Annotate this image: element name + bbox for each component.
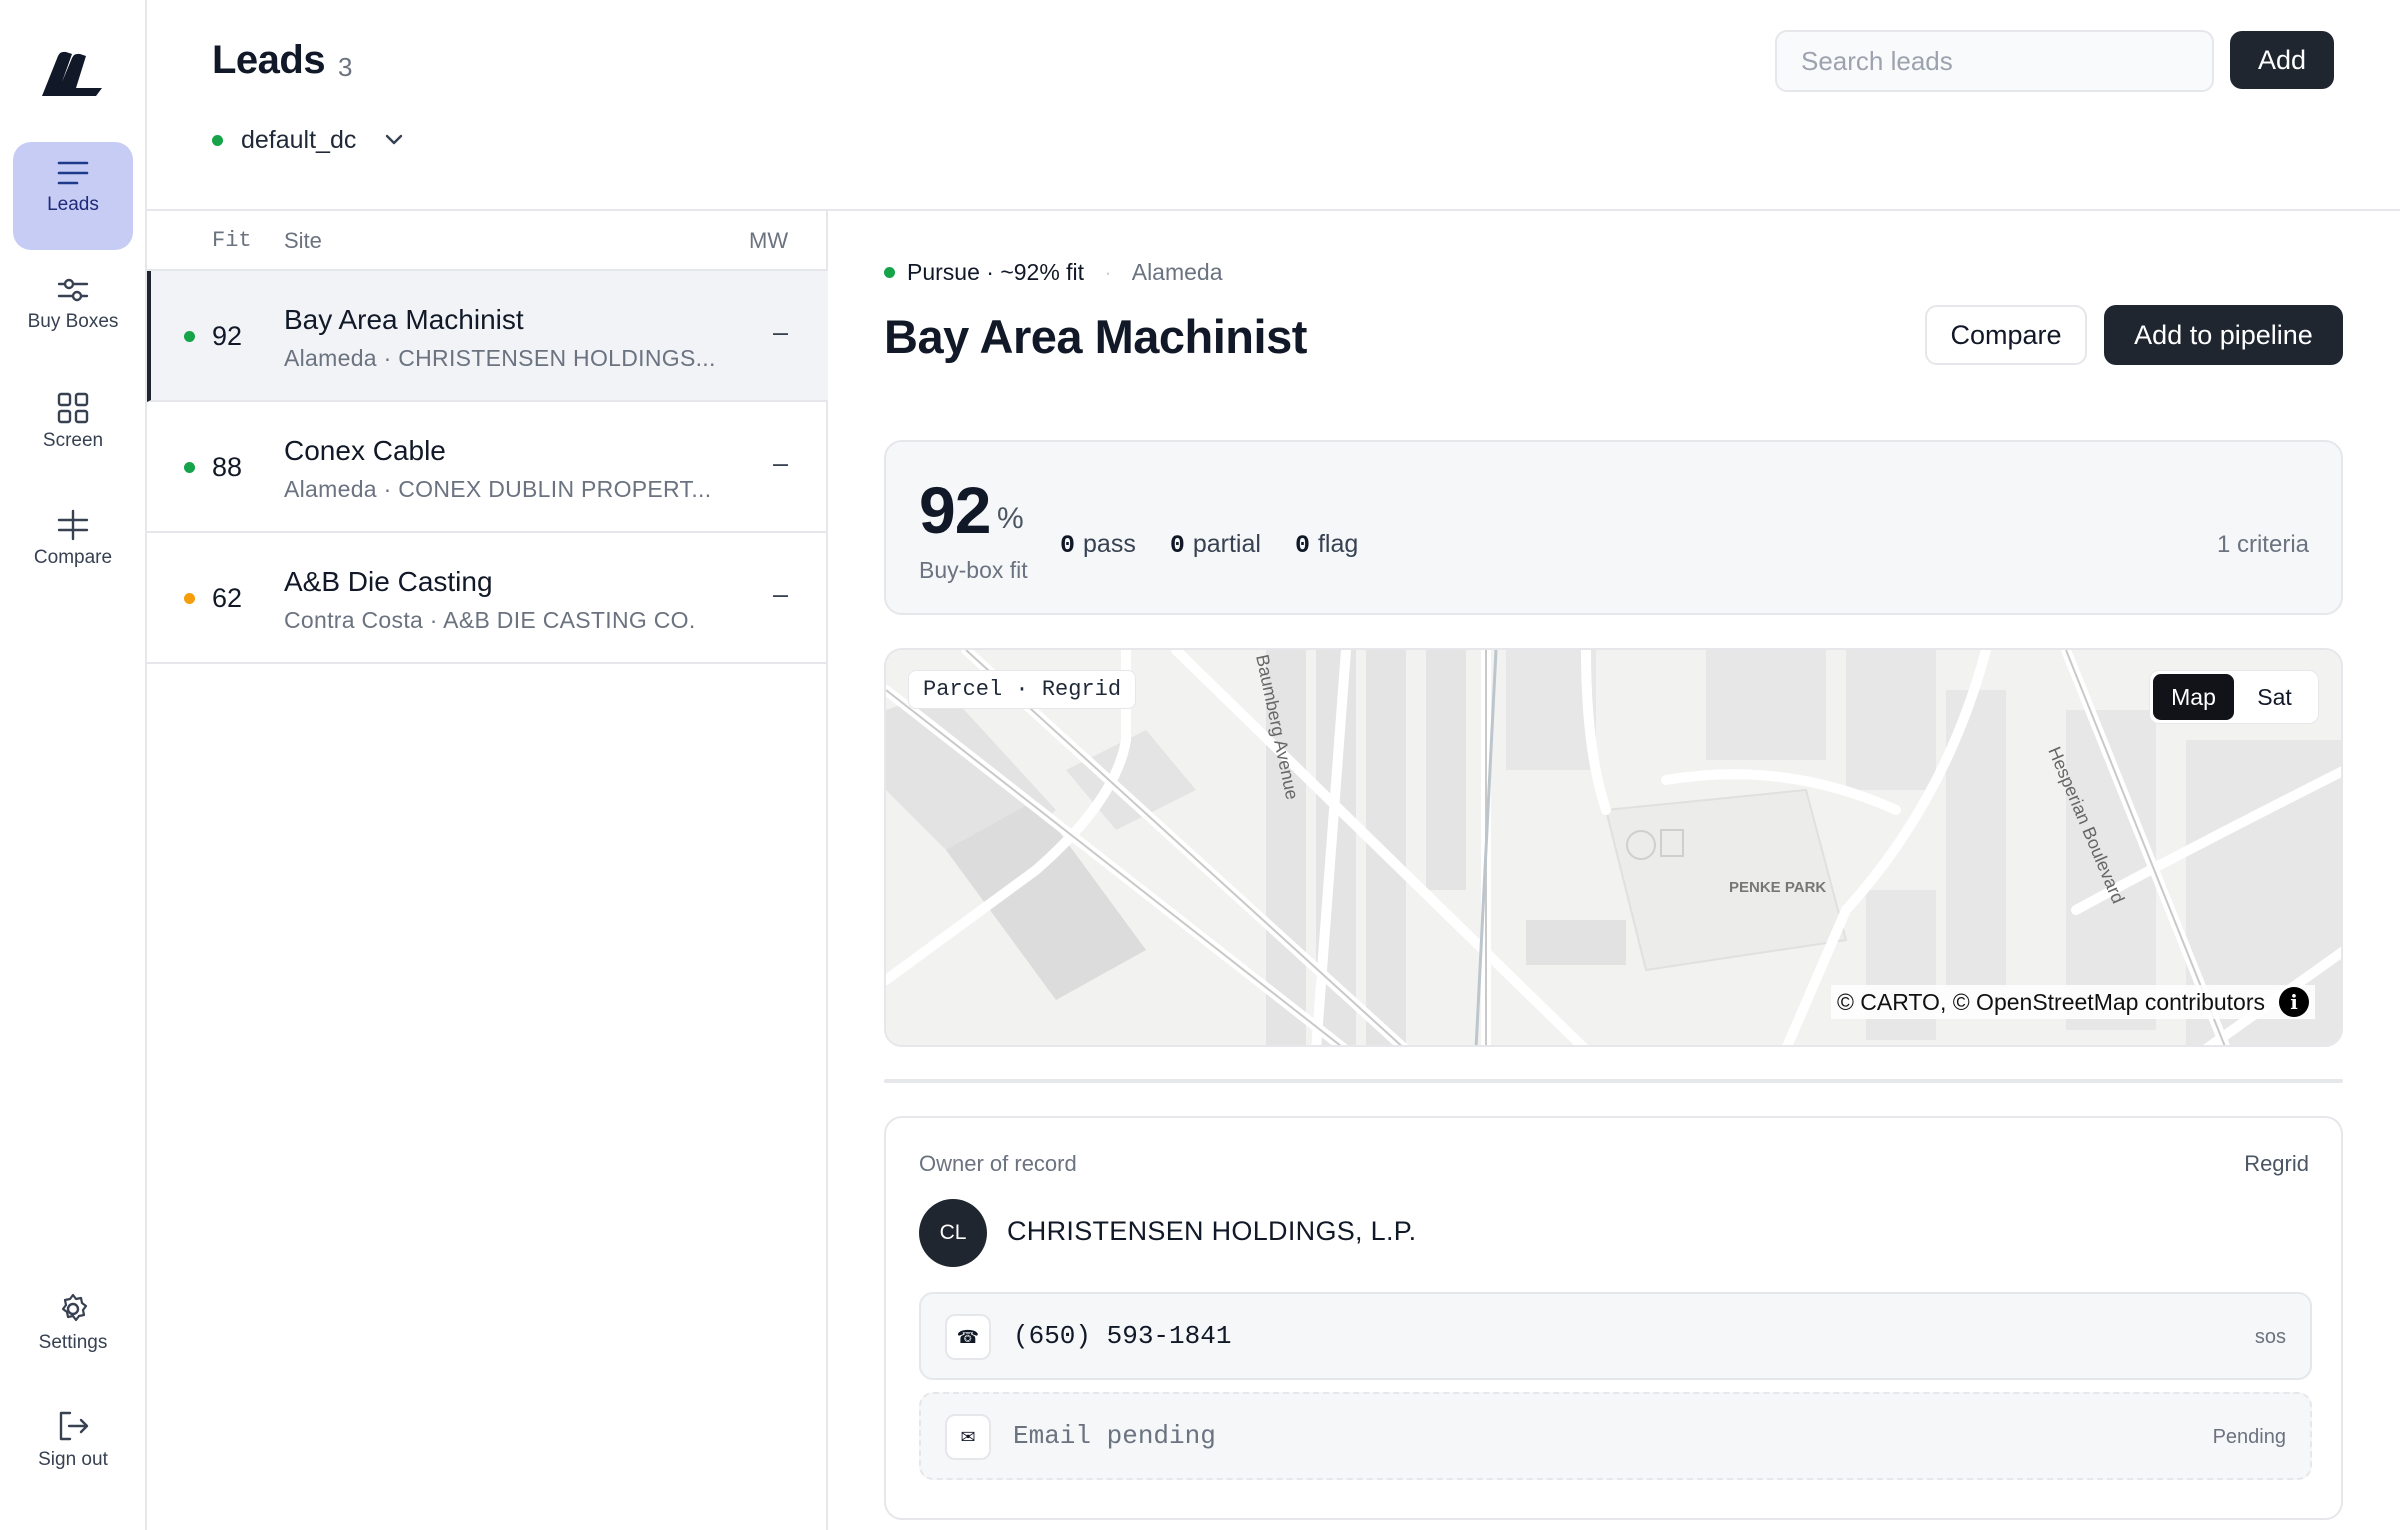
nav-compare[interactable]: Compare (13, 493, 133, 601)
menu-lines-icon (57, 161, 89, 185)
partial-count: 0 partial (1169, 530, 1261, 560)
status-location: Alameda (1131, 259, 1223, 285)
add-button[interactable]: Add (2230, 31, 2334, 89)
flag-count: 0 flag (1294, 530, 1359, 560)
gear-icon (61, 1293, 88, 1322)
nav-label: Buy Boxes (27, 311, 119, 332)
status-dot (212, 134, 223, 146)
nav-buy-boxes[interactable]: Buy Boxes (13, 259, 133, 367)
list-header: Fit Site MW (147, 211, 828, 271)
lead-name: A&B Die Casting (284, 566, 493, 597)
phone-contact[interactable]: ☎ (650) 593-1841 sos (919, 1292, 2312, 1380)
lead-subtitle: Alameda · CONEX DUBLIN PROPERT... (284, 476, 712, 502)
section-divider (884, 1079, 2343, 1083)
phone-source: sos (2254, 1326, 2286, 1348)
page-title: Leads (212, 38, 326, 82)
lead-name: Bay Area Machinist (284, 304, 524, 335)
email-value: Email pending (1013, 1421, 1216, 1451)
status-dot (884, 267, 895, 278)
nav-sign-out[interactable]: Sign out (13, 1393, 133, 1501)
avatar: CL (919, 1199, 987, 1267)
parcel-map[interactable]: Baumberg Avenue Hesperian Boulevard PENK… (884, 648, 2343, 1047)
map-toggle-map[interactable]: Map (2153, 674, 2234, 720)
page-header: Leads 3 default_dc Add (147, 0, 2400, 211)
nav-label: Sign out (38, 1449, 108, 1470)
lead-subtitle: Contra Costa · A&B DIE CASTING CO. (284, 607, 696, 633)
svg-text:PENKE PARK: PENKE PARK (1729, 879, 1826, 896)
add-to-pipeline-button[interactable]: Add to pipeline (2104, 305, 2343, 365)
lead-mw: – (773, 317, 789, 347)
compare-button[interactable]: Compare (1925, 305, 2087, 365)
phone-number: (650) 593-1841 (1013, 1321, 1232, 1351)
status-dot (184, 593, 195, 604)
compare-icon (57, 509, 89, 541)
sliders-icon (57, 278, 89, 302)
info-icon[interactable]: i (2279, 987, 2309, 1017)
status-text: Pursue · ~92% fit (907, 259, 1085, 285)
fit-score: 92 (919, 473, 991, 547)
lead-subtitle: Alameda · CHRISTENSEN HOLDINGS... (284, 345, 716, 371)
email-source: Pending (2212, 1426, 2286, 1448)
status-line: Pursue · ~92% fit · Alameda (884, 259, 1223, 286)
map-attribution: © CARTO, © OpenStreetMap contributors i (1830, 985, 2315, 1019)
app-logo-icon[interactable] (40, 48, 104, 98)
phone-icon: ☎ (945, 1314, 991, 1360)
nav-label: Compare (33, 547, 113, 568)
nav-settings[interactable]: Settings (13, 1276, 133, 1384)
lead-row[interactable]: 88 Conex Cable Alameda · CONEX DUBLIN PR… (147, 402, 828, 533)
lead-fit: 62 (212, 583, 243, 613)
nav-screen[interactable]: Screen (13, 376, 133, 484)
chevron-down-icon (386, 134, 403, 145)
sign-out-icon (59, 1411, 89, 1441)
column-fit: Fit (212, 228, 252, 253)
attribution-text: © CARTO, © OpenStreetMap contributors (1836, 988, 2265, 1015)
criteria-count: 1 criteria (2216, 531, 2309, 558)
lead-row[interactable]: 62 A&B Die Casting Contra Costa · A&B DI… (147, 533, 828, 664)
lead-fit: 92 (212, 321, 243, 351)
pass-count: 0 pass (1060, 530, 1136, 560)
fit-summary-card: 92 % Buy-box fit 0 pass 0 partial 0 flag 1 … (884, 440, 2343, 615)
lead-name: Conex Cable (284, 435, 446, 466)
owner-name: CHRISTENSEN HOLDINGS, L.P. (1007, 1216, 1417, 1246)
nav-label: Settings (38, 1332, 108, 1353)
status-dot (184, 331, 195, 342)
owner-label: Owner of record (919, 1151, 1077, 1176)
column-mw: MW (749, 228, 789, 253)
leads-list: Fit Site MW 92 Bay Area Machinist Alamed… (147, 211, 828, 1530)
mail-icon: ✉ (945, 1414, 991, 1460)
datacenter-select[interactable]: default_dc (212, 122, 404, 158)
lead-mw: – (773, 448, 789, 478)
nav-label: Leads (47, 194, 99, 215)
lead-mw: – (773, 579, 789, 609)
column-site: Site (284, 228, 322, 253)
status-dot (184, 462, 195, 473)
owner-card: Owner of record Regrid CL CHRISTENSEN HO… (884, 1116, 2343, 1520)
fit-counts: 0 pass 0 partial 0 flag (1060, 530, 1358, 560)
map-toggle-sat[interactable]: Sat (2234, 674, 2315, 720)
owner-source: Regrid (2244, 1151, 2309, 1176)
detail-title: Bay Area Machinist (884, 310, 1307, 363)
fit-label: Buy-box fit (919, 557, 1028, 583)
nav-label: Screen (42, 430, 104, 451)
status-separator: · (1104, 259, 1112, 285)
parcel-source-tag: Parcel · Regrid (908, 670, 1137, 709)
lead-detail: Pursue · ~92% fit · Alameda Bay Area Mac… (828, 211, 2400, 1530)
nav-leads[interactable]: Leads (13, 142, 133, 250)
lead-fit: 88 (212, 452, 243, 482)
search-input[interactable] (1775, 30, 2214, 92)
lead-count: 3 (338, 52, 353, 82)
email-contact[interactable]: ✉ Email pending Pending (919, 1392, 2312, 1480)
grid-icon (57, 392, 89, 424)
map-view-toggle[interactable]: Map Sat (2149, 670, 2319, 724)
sidebar: Leads Buy Boxes Screen Compare Settings (0, 0, 147, 1530)
fit-unit: % (997, 502, 1024, 535)
lead-row[interactable]: 92 Bay Area Machinist Alameda · CHRISTEN… (147, 271, 828, 402)
datacenter-value: default_dc (241, 125, 357, 154)
